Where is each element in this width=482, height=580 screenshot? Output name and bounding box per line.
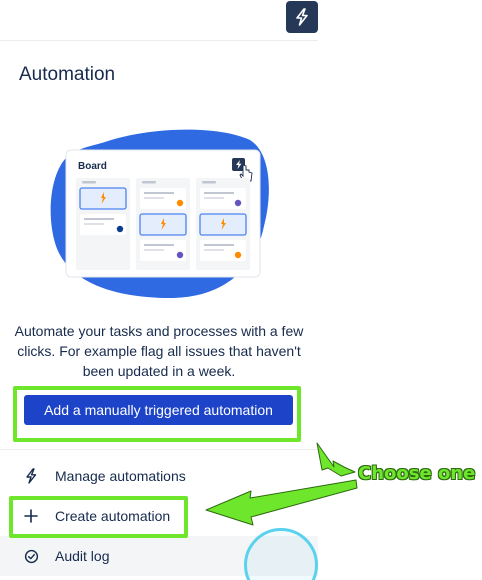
- arrow-to-button: [316, 442, 356, 477]
- top-bar: [0, 0, 318, 41]
- choose-one-callout: Choose one: [358, 463, 476, 484]
- automation-panel: Automation Board Automate your tasks and…: [0, 0, 318, 580]
- menu-item-label: Manage automations: [55, 468, 186, 484]
- automation-toggle-button[interactable]: [286, 1, 318, 33]
- bolt-icon: [22, 467, 40, 485]
- panel-title: Automation: [19, 64, 116, 85]
- board-label: Board: [78, 161, 107, 172]
- bolt-icon: [296, 8, 308, 26]
- automation-description: Automate your tasks and processes with a…: [14, 323, 304, 379]
- board-illustration: Board: [50, 129, 269, 298]
- menu-item-manage-automations[interactable]: Manage automations: [0, 456, 318, 496]
- highlight-box-primary-button: [13, 386, 301, 442]
- menu-divider: [0, 449, 318, 450]
- menu-item-label: Audit log: [55, 548, 110, 564]
- highlight-box-create-automation: [9, 496, 188, 538]
- check-circle-icon: [22, 547, 40, 565]
